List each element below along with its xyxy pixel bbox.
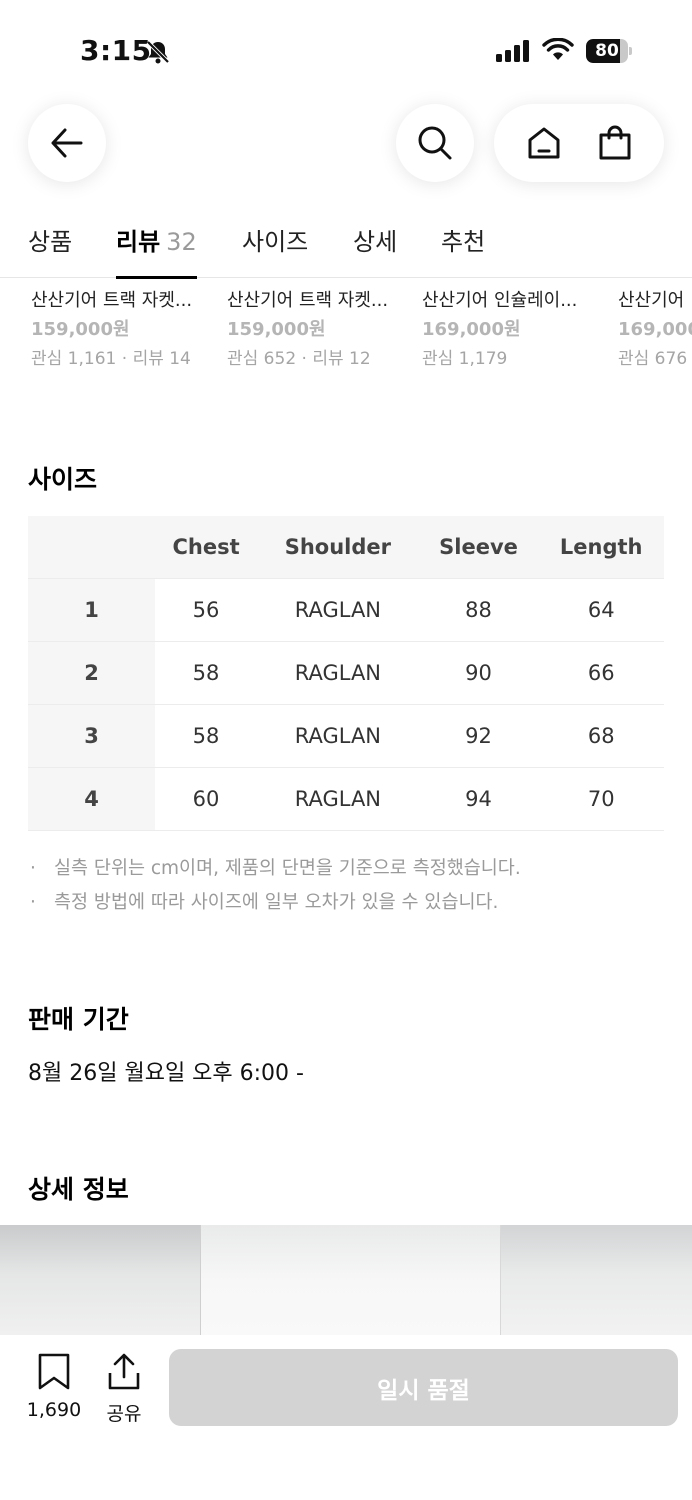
arrow-left-icon (51, 128, 83, 158)
cart-button[interactable] (589, 117, 641, 169)
tab-label: 리뷰 (116, 228, 161, 256)
table-cell: 66 (538, 641, 664, 705)
product-meta: 관심 652 · 리뷰 12 (227, 349, 371, 369)
product-card[interactable]: 산산기어 169,000 관심 676 (618, 288, 692, 372)
size-label: 2 (28, 641, 155, 705)
size-header-corner (28, 516, 155, 579)
table-cell: RAGLAN (257, 578, 419, 642)
table-cell: 92 (418, 704, 539, 768)
bell-slash-icon (146, 40, 170, 64)
tab-review[interactable]: 리뷰 32 (116, 222, 197, 279)
size-notes: 실측 단위는 cm이며, 제품의 단면을 기준으로 측정했습니다. 측정 방법에… (28, 852, 668, 920)
product-card[interactable]: 산산기어 인슐레이... 169,000원 관심 1,179 (422, 288, 602, 372)
size-note: 측정 방법에 따라 사이즈에 일부 오차가 있을 수 있습니다. (28, 886, 668, 920)
battery-indicator: 80 (586, 39, 632, 63)
home-icon (528, 127, 559, 159)
product-price: 159,000원 (227, 319, 326, 340)
detail-info-title: 상세 정보 (28, 1175, 129, 1204)
review-count: 32 (166, 228, 197, 256)
size-label: 3 (28, 704, 155, 768)
detail-image-panel (500, 1225, 692, 1335)
sold-out-button[interactable]: 일시 품절 (169, 1349, 678, 1426)
size-label: 4 (28, 767, 155, 831)
table-row: 3 58 RAGLAN 92 68 (28, 704, 664, 768)
cellular-signal-icon (496, 40, 529, 62)
size-table-header: Chest Shoulder Sleeve Length (28, 516, 664, 579)
product-card[interactable]: 산산기어 트랙 자켓... 159,000원 관심 1,161 · 리뷰 14 (31, 288, 211, 372)
bookmark-icon (38, 1353, 70, 1390)
nav-action-group (494, 104, 664, 182)
home-button[interactable] (518, 117, 570, 169)
wishlist-count: 1,690 (26, 1399, 82, 1421)
tab-label: 사이즈 (242, 228, 309, 256)
status-bar: 3:15 80 (0, 0, 692, 100)
tab-product[interactable]: 상품 (28, 222, 72, 278)
share-button[interactable]: 공유 (100, 1353, 148, 1426)
size-note: 실측 단위는 cm이며, 제품의 단면을 기준으로 측정했습니다. (28, 852, 668, 886)
table-cell: RAGLAN (257, 641, 419, 705)
product-price: 169,000원 (422, 319, 521, 340)
table-row: 2 58 RAGLAN 90 66 (28, 641, 664, 705)
share-icon (108, 1353, 140, 1390)
shopping-bag-icon (599, 125, 630, 160)
product-price: 159,000원 (31, 319, 130, 340)
table-cell: 56 (155, 578, 258, 642)
tab-label: 상세 (353, 228, 398, 256)
search-icon (418, 126, 452, 160)
size-section-title: 사이즈 (28, 465, 98, 494)
product-meta: 관심 1,179 (422, 349, 508, 369)
product-card[interactable]: 산산기어 트랙 자켓... 159,000원 관심 652 · 리뷰 12 (227, 288, 407, 372)
column-header: Shoulder (257, 516, 419, 579)
sale-period-title: 판매 기간 (28, 1005, 129, 1034)
column-header: Length (538, 516, 664, 579)
table-row: 4 60 RAGLAN 94 70 (28, 767, 664, 831)
column-header: Chest (155, 516, 258, 579)
product-name: 산산기어 트랙 자켓... (31, 290, 193, 311)
detail-image-panel (200, 1225, 500, 1335)
table-cell: RAGLAN (257, 767, 419, 831)
table-cell: RAGLAN (257, 704, 419, 768)
detail-image (0, 1225, 692, 1335)
back-button[interactable] (28, 104, 106, 182)
tab-size[interactable]: 사이즈 (242, 222, 308, 278)
table-cell: 58 (155, 704, 258, 768)
table-cell: 68 (538, 704, 664, 768)
search-button[interactable] (396, 104, 474, 182)
size-label: 1 (28, 578, 155, 642)
table-cell: 70 (538, 767, 664, 831)
tab-label: 상품 (28, 228, 73, 256)
tab-recommend[interactable]: 추천 (441, 222, 485, 278)
table-cell: 94 (418, 767, 539, 831)
section-tabs: 상품 리뷰 32 사이즈 상세 추천 (0, 212, 692, 279)
product-name: 산산기어 (618, 290, 685, 311)
table-cell: 64 (538, 578, 664, 642)
product-meta: 관심 676 (618, 349, 688, 369)
column-header: Sleeve (418, 516, 539, 579)
bottom-action-bar: 1,690 공유 일시 품절 (0, 1335, 692, 1500)
table-cell: 60 (155, 767, 258, 831)
status-time: 3:15 (80, 34, 152, 67)
table-row: 1 56 RAGLAN 88 64 (28, 578, 664, 642)
battery-level: 80 (595, 41, 619, 61)
product-name: 산산기어 인슐레이... (422, 290, 578, 311)
table-cell: 88 (418, 578, 539, 642)
active-tab-indicator (116, 276, 197, 279)
product-meta: 관심 1,161 · 리뷰 14 (31, 349, 191, 369)
detail-image-panel (0, 1225, 200, 1335)
table-cell: 58 (155, 641, 258, 705)
product-name: 산산기어 트랙 자켓... (227, 290, 389, 311)
tab-detail[interactable]: 상세 (353, 222, 397, 278)
wifi-icon (542, 38, 574, 60)
size-table: Chest Shoulder Sleeve Length 1 56 RAGLAN… (28, 516, 664, 831)
table-cell: 90 (418, 641, 539, 705)
wishlist-button[interactable]: 1,690 (22, 1353, 86, 1421)
tab-label: 추천 (441, 228, 486, 256)
share-label: 공유 (106, 1403, 142, 1425)
product-price: 169,000 (618, 319, 692, 340)
sale-period-text: 8월 26일 월요일 오후 6:00 - (28, 1061, 304, 1086)
sold-out-label: 일시 품절 (377, 1377, 470, 1404)
